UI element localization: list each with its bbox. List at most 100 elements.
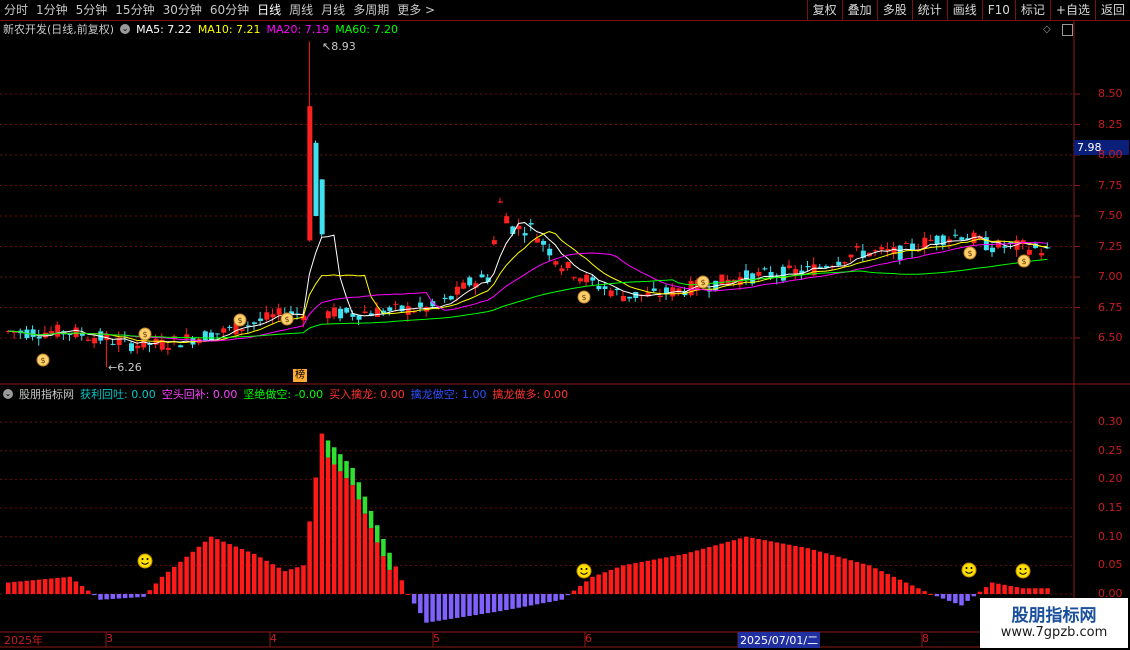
indicator-bar [135, 594, 140, 598]
smiley-icon[interactable] [1015, 563, 1031, 579]
candle-body [344, 307, 350, 313]
candle-body [467, 277, 473, 286]
main-y-tick-label: 8.00 [1098, 148, 1123, 161]
indicator-bar [590, 576, 595, 594]
candle-body [842, 262, 848, 264]
indicator-bar [73, 581, 79, 594]
money-bag-icon[interactable]: $ [138, 327, 152, 341]
diamond-icon[interactable]: ◇ [1043, 24, 1051, 35]
indicator-bar [651, 559, 657, 594]
main-y-tick-label: 6.50 [1098, 331, 1123, 344]
candle-body [959, 237, 965, 240]
candle-body [135, 345, 141, 349]
smiley-icon[interactable] [961, 562, 977, 578]
indicator-bar [485, 594, 491, 614]
indicator-bar [614, 567, 620, 594]
scroll-handle[interactable] [1062, 24, 1073, 36]
indicator-bar [694, 550, 700, 594]
indicator-bar [547, 594, 552, 603]
indicator-bar [762, 540, 767, 594]
money-bag-icon[interactable]: $ [233, 313, 247, 327]
bang-badge[interactable]: 榜 [293, 369, 307, 382]
indicator-bar [682, 553, 687, 594]
money-bag-icon[interactable]: $ [36, 353, 50, 367]
indicator-bar [867, 565, 872, 594]
indicator-bar [627, 564, 632, 594]
candle-body [608, 290, 614, 297]
indicator-bar [375, 542, 380, 594]
indicator-bar [1045, 588, 1050, 594]
money-bag-icon[interactable]: $ [1017, 254, 1031, 268]
candle-body [756, 271, 762, 276]
smiley-icon[interactable] [137, 553, 153, 569]
indicator-bar [85, 590, 91, 594]
indicator-bar [12, 581, 17, 594]
indicator-bar [836, 556, 841, 594]
indicator-bar [922, 591, 927, 594]
indicator-bar [744, 536, 749, 594]
money-bag-icon[interactable]: $ [280, 312, 294, 326]
indicator-bar [768, 541, 774, 594]
candle-body [928, 239, 934, 241]
money-bag-icon[interactable]: $ [963, 246, 977, 260]
indicator-bar [823, 553, 829, 594]
indicator-bar [953, 594, 958, 604]
money-bag-icon[interactable]: $ [577, 290, 591, 304]
indicator-bar [787, 544, 792, 594]
indicator-bar [116, 594, 122, 599]
smiley-icon[interactable] [576, 563, 592, 579]
candle-body [553, 261, 559, 265]
indicator-bar [645, 560, 651, 594]
svg-text:$: $ [237, 316, 242, 325]
candle-body [276, 308, 282, 315]
indicator-bar [670, 556, 675, 594]
indicator-bar [528, 594, 534, 606]
candle-body [504, 216, 510, 224]
indicator-bar [147, 590, 152, 594]
main-y-tick-label: 7.00 [1098, 270, 1123, 283]
chart-canvas[interactable]: $ $ $ $ $ $ $ $ ↖8.93 ←6.26 [0, 0, 1130, 650]
candle-body [30, 329, 36, 337]
candle-body [227, 326, 233, 329]
candle-body [780, 266, 786, 281]
indicator-bar [848, 560, 854, 594]
candle-body [67, 334, 73, 336]
candle-body [879, 247, 885, 250]
indicator-bar [313, 477, 318, 594]
candle-body [356, 315, 362, 320]
indicator-bar [602, 572, 608, 594]
indicator-bar [565, 594, 571, 596]
candle-body [953, 234, 959, 236]
indicator-bar [897, 579, 903, 594]
candle-body [657, 295, 663, 297]
indicator-bar [885, 573, 890, 594]
indicator-bar [307, 521, 312, 594]
indicator-bar [473, 594, 478, 616]
candle-body [584, 274, 590, 283]
candle-body [85, 339, 91, 341]
money-bag-icon[interactable]: $ [696, 275, 710, 289]
indicator-bar [239, 548, 245, 594]
indicator-bar [418, 594, 423, 614]
indicator-bar [774, 542, 780, 594]
candle-body [627, 296, 633, 299]
indicator-bar [854, 561, 860, 594]
indicator-bar [873, 568, 878, 594]
indicator-bar [350, 485, 355, 594]
candle-body [215, 333, 221, 335]
indicator-bar [522, 594, 528, 607]
indicator-bar [184, 556, 189, 594]
indicator-bar [504, 594, 509, 611]
candle-body [541, 240, 547, 245]
indicator-bar-top [375, 525, 380, 543]
indicator-bar [430, 594, 435, 622]
indicator-bar [301, 565, 306, 594]
indicator-bar [24, 580, 29, 594]
indicator-bar [288, 569, 294, 594]
indicator-bar [295, 567, 300, 594]
watermark: 股朋指标网 www.7gpzb.com [980, 598, 1128, 648]
indicator-bar [700, 548, 706, 594]
indicator-bar [799, 547, 804, 594]
indicator-bar [1008, 585, 1013, 594]
indicator-bar [934, 594, 940, 597]
